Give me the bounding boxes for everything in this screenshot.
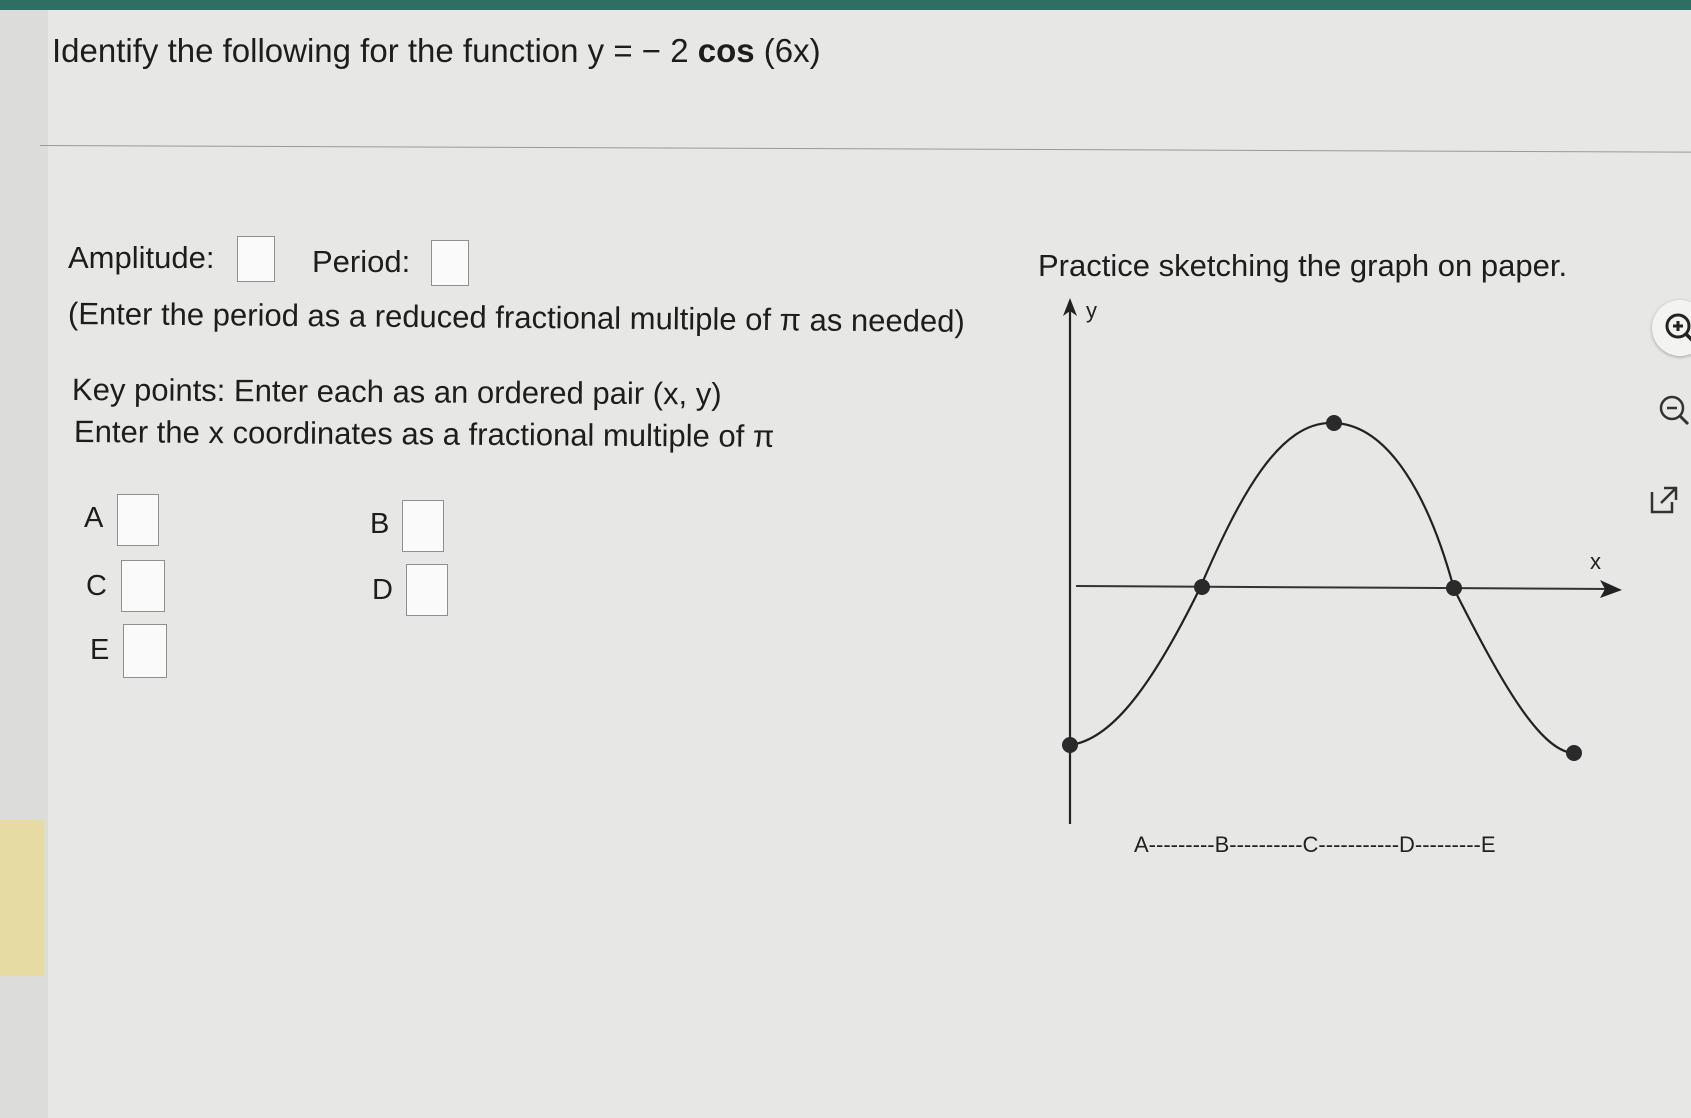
key-point-e-input[interactable]	[123, 624, 167, 678]
question-prefix: Identify the following for the function	[52, 32, 588, 69]
period-label: Period:	[312, 244, 411, 279]
key-point-dot-a	[1062, 737, 1078, 753]
function-arg: (6x)	[754, 32, 821, 69]
function-cos: cos	[697, 32, 755, 69]
external-link-icon	[1650, 486, 1678, 514]
top-header-strip	[0, 0, 1691, 10]
key-point-b-input[interactable]	[402, 500, 444, 552]
period-input[interactable]	[431, 240, 469, 286]
key-point-d-input[interactable]	[406, 564, 448, 616]
key-point-label-a: A	[84, 502, 104, 534]
x-axis	[1075, 585, 1611, 590]
key-point-axis-labels: A---------B----------C-----------D------…	[1134, 832, 1496, 857]
key-points-instruction-1: Key points: Enter each as an ordered pai…	[71, 372, 722, 412]
question-title: Identify the following for the function …	[52, 32, 821, 70]
key-point-dot-c	[1326, 415, 1342, 431]
key-point-c-input[interactable]	[121, 560, 165, 612]
key-point-label-c: C	[86, 570, 107, 602]
x-axis-label: x	[1590, 549, 1601, 574]
graph-heading: Practice sketching the graph on paper.	[1038, 248, 1568, 283]
left-sidebar-highlight	[0, 820, 44, 976]
zoom-in-icon	[1665, 313, 1691, 342]
key-point-a-input[interactable]	[117, 494, 159, 546]
y-axis-label: y	[1086, 298, 1097, 323]
zoom-out-button[interactable]	[1654, 390, 1691, 430]
function-lhs: y = − 2	[587, 32, 698, 69]
external-link-button[interactable]	[1644, 480, 1684, 520]
amplitude-label: Amplitude:	[68, 240, 215, 275]
key-point-dot-b	[1194, 579, 1210, 595]
key-point-label-b: B	[370, 508, 390, 540]
key-point-label-e: E	[90, 634, 110, 666]
amplitude-input[interactable]	[237, 236, 275, 282]
key-point-dot-e	[1566, 745, 1582, 761]
zoom-out-icon	[1659, 395, 1690, 426]
key-points-instruction-2: Enter the x coordinates as a fractional …	[73, 414, 775, 454]
key-point-label-d: D	[372, 574, 393, 606]
sketch-graph: y x A---------B----------C-----------D--…	[1062, 298, 1622, 857]
key-point-dot-d	[1446, 580, 1462, 596]
